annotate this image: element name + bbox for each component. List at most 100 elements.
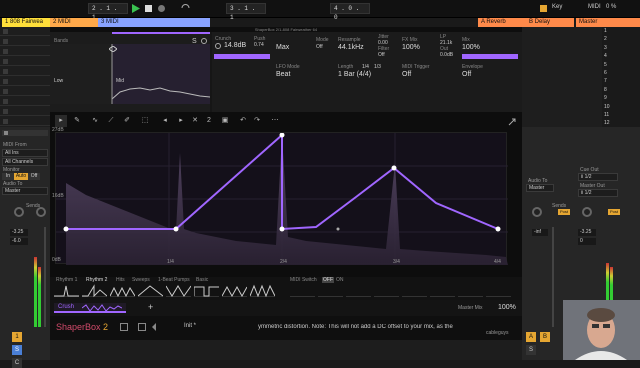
preset-tab[interactable]: Hits: [116, 277, 125, 283]
return-activator-b[interactable]: B: [540, 332, 550, 342]
preset-shape[interactable]: [82, 284, 108, 298]
clip-slot[interactable]: [0, 57, 50, 66]
track-header-3[interactable]: 3 MIDI: [98, 18, 210, 27]
midi-from-select[interactable]: All Ins: [2, 149, 48, 157]
return-fader[interactable]: [552, 227, 554, 327]
preset-tab[interactable]: 1-Beat Pumps: [158, 277, 190, 283]
track-header-delay[interactable]: B Delay: [526, 18, 574, 27]
return-solo[interactable]: S: [526, 345, 536, 355]
monitor-auto[interactable]: Auto: [14, 173, 28, 180]
midi-label[interactable]: MIDI: [588, 4, 601, 10]
add-module-button[interactable]: +: [148, 302, 153, 312]
loop-start[interactable]: 3 . 1 . 1: [226, 3, 266, 21]
undo-icon[interactable]: ↶: [237, 115, 249, 127]
midi-switch-on[interactable]: ON: [336, 277, 344, 283]
preset-slot[interactable]: [318, 284, 343, 297]
shape-graph[interactable]: 27dB 16dB 0dB 1/4 2/4 3/4 4/4: [52, 127, 508, 265]
fx-mix-value[interactable]: 100%: [402, 44, 420, 51]
return-volume[interactable]: -inf: [532, 229, 548, 236]
loop-icon[interactable]: [180, 3, 191, 14]
select-tool-icon[interactable]: ⬚: [139, 115, 151, 127]
back-icon[interactable]: [150, 323, 158, 331]
solo-button[interactable]: S: [12, 345, 22, 355]
track-activator-1[interactable]: 1: [12, 332, 22, 342]
shape-graph-svg[interactable]: [56, 132, 508, 265]
preset-slot[interactable]: [374, 284, 399, 297]
cue-out-select[interactable]: ii 1/2: [578, 173, 618, 181]
envelope-value[interactable]: Off: [462, 71, 471, 78]
preset-slot[interactable]: [486, 284, 511, 297]
crush-module-tab[interactable]: Crush: [54, 303, 126, 313]
preset-slot[interactable]: [346, 284, 371, 297]
pointer-tool-icon[interactable]: ▸: [55, 115, 67, 127]
preset-slot[interactable]: [402, 284, 427, 297]
send-knob[interactable]: [532, 207, 542, 217]
solo-band-button[interactable]: S: [192, 38, 197, 45]
send-knob[interactable]: [582, 207, 592, 217]
midi-switch-off[interactable]: OFF: [322, 277, 334, 283]
volume-value[interactable]: -6.0: [10, 238, 28, 245]
play-icon[interactable]: [130, 3, 141, 14]
preset-shape[interactable]: [137, 284, 164, 297]
mix-value[interactable]: 100%: [462, 44, 480, 51]
master-out-select[interactable]: ii 1/2: [578, 189, 618, 197]
preset-tab-active[interactable]: Rhythm 2: [86, 277, 107, 283]
drive-off[interactable]: Off: [316, 44, 323, 50]
shift-right-icon[interactable]: ▸: [175, 115, 187, 127]
filter-value[interactable]: Off: [378, 52, 385, 58]
preset-tab[interactable]: Rhythm 1: [56, 277, 77, 283]
crunch-slider-fill[interactable]: [214, 54, 270, 59]
post-button[interactable]: Post: [558, 209, 570, 215]
arrangement-position[interactable]: 2 . 1 . 1: [88, 3, 128, 21]
preset-slot[interactable]: [458, 284, 483, 297]
post-button[interactable]: Post: [608, 209, 620, 215]
crunch-value[interactable]: 14.8dB: [224, 42, 246, 49]
clip-slot[interactable]: [0, 97, 50, 106]
midi-channel-select[interactable]: All Channels: [2, 158, 48, 166]
redo-icon[interactable]: ↷: [251, 115, 263, 127]
expand-icon[interactable]: [508, 118, 516, 126]
clip-slot[interactable]: [0, 37, 50, 46]
monitor-in[interactable]: In: [2, 173, 14, 180]
send-knob[interactable]: [14, 207, 24, 217]
clip-slot[interactable]: [0, 47, 50, 56]
preset-slot[interactable]: [290, 284, 315, 297]
drive-value[interactable]: Max: [276, 44, 289, 51]
brush-tool-icon[interactable]: ✐: [121, 115, 133, 127]
preset-shape[interactable]: [165, 284, 192, 297]
shift-left-icon[interactable]: ◂: [159, 115, 171, 127]
master-volume[interactable]: -3.25: [578, 229, 596, 236]
preset-shape[interactable]: [221, 284, 248, 298]
stop-clip-icon[interactable]: [4, 131, 8, 135]
flip-icon[interactable]: ✕: [189, 115, 201, 127]
length-value[interactable]: 1 Bar (4/4): [338, 71, 371, 78]
send-knob[interactable]: [36, 207, 46, 217]
preset-shape[interactable]: [249, 284, 276, 298]
menu-icon[interactable]: [120, 323, 128, 331]
volume-value[interactable]: -3.25: [10, 229, 28, 236]
loop-length[interactable]: 4 . 0 . 0: [330, 3, 370, 21]
curve-tool-icon[interactable]: ∿: [89, 115, 101, 127]
monitor-off[interactable]: Off: [28, 173, 40, 180]
clip-slot[interactable]: [0, 117, 50, 126]
track-header-reverb[interactable]: A Reverb: [478, 18, 526, 27]
line-tool-icon[interactable]: ⟋: [105, 115, 117, 127]
clip-slot[interactable]: [0, 77, 50, 86]
preset-tab[interactable]: Basic: [196, 277, 208, 283]
lfo-mode-value[interactable]: Beat: [276, 71, 290, 78]
record-icon[interactable]: [156, 3, 167, 14]
resample-value[interactable]: 44.1kHz: [338, 44, 364, 51]
mix-slider-fill[interactable]: [462, 54, 518, 59]
length-option-1[interactable]: 1/4: [362, 64, 369, 70]
stop-icon[interactable]: [143, 3, 154, 14]
low-band-label[interactable]: Low: [54, 78, 63, 84]
more-icon[interactable]: ⋯: [269, 115, 281, 127]
track-header-master[interactable]: Master: [576, 18, 640, 27]
master-mix-value[interactable]: 100%: [498, 304, 516, 311]
return-activator-a[interactable]: A: [526, 332, 536, 342]
clip-slot[interactable]: [0, 87, 50, 96]
power-icon[interactable]: [201, 38, 207, 44]
midi-trigger-value[interactable]: Off: [402, 71, 411, 78]
preset-slot[interactable]: [430, 284, 455, 297]
pencil-tool-icon[interactable]: ✎: [71, 115, 83, 127]
